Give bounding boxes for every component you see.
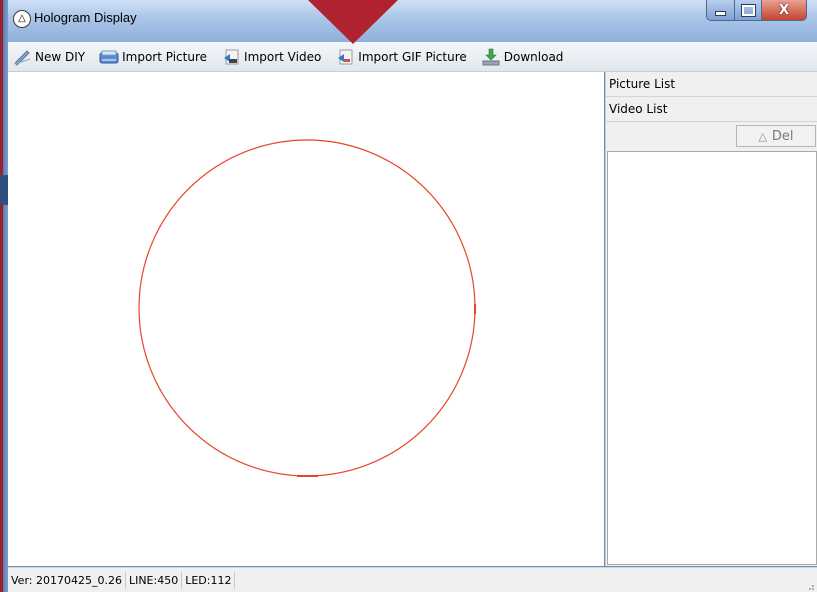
- close-button[interactable]: X: [762, 0, 807, 21]
- toolbar: New DIY Import Picture Import Video Impo…: [8, 42, 817, 72]
- side-panel: Picture List Video List △ Del: [605, 72, 817, 566]
- picture-list-header[interactable]: Picture List: [606, 72, 817, 97]
- maximize-icon: [740, 3, 756, 17]
- minimize-icon: [715, 10, 726, 16]
- drawing-canvas[interactable]: [8, 72, 604, 566]
- gif-import-icon: [338, 49, 353, 64]
- delete-button[interactable]: △ Del: [736, 125, 816, 147]
- import-picture-label: Import Picture: [122, 49, 208, 64]
- minimize-button[interactable]: [706, 0, 735, 21]
- title-bar[interactable]: △ Hologram Display X: [8, 0, 817, 42]
- download-label: Download: [503, 49, 564, 64]
- resize-grip-icon[interactable]: [805, 581, 815, 591]
- desktop-edge-notch: [0, 175, 8, 205]
- scanner-icon: [99, 50, 119, 63]
- app-window: △ Hologram Display X New DIY Import Pict…: [8, 0, 817, 592]
- video-list-box[interactable]: [607, 151, 817, 565]
- maximize-button[interactable]: [735, 0, 762, 21]
- trash-icon: △: [758, 129, 767, 143]
- canvas-drawing: [138, 139, 476, 477]
- import-video-button[interactable]: Import Video: [217, 45, 325, 69]
- desktop-edge: [0, 0, 8, 592]
- import-picture-button[interactable]: Import Picture: [95, 45, 211, 69]
- video-import-icon: [224, 49, 239, 64]
- download-icon: [482, 48, 500, 65]
- delete-row: △ Del: [606, 122, 817, 150]
- download-button[interactable]: Download: [477, 45, 568, 69]
- import-gif-label: Import GIF Picture: [358, 49, 467, 64]
- new-diy-label: New DIY: [35, 49, 86, 64]
- window-title: Hologram Display: [34, 10, 137, 25]
- pen-icon: [14, 49, 31, 66]
- highlight-arrow: [308, 0, 398, 44]
- video-list-header[interactable]: Video List: [606, 97, 817, 122]
- new-diy-button[interactable]: New DIY: [8, 45, 89, 69]
- desktop-edge-accent: [0, 0, 3, 592]
- status-bar: Ver: 20170425_0.26 LINE:450 LED:112: [8, 567, 817, 592]
- hologram-circle: [138, 139, 476, 477]
- picture-list-label: Picture List: [609, 77, 676, 91]
- line-status: LINE:450: [126, 572, 183, 589]
- version-status: Ver: 20170425_0.26: [8, 572, 126, 589]
- close-icon: X: [778, 2, 790, 18]
- delete-label: Del: [771, 128, 794, 144]
- video-list-label: Video List: [609, 102, 668, 116]
- import-video-label: Import Video: [244, 49, 322, 64]
- led-status: LED:112: [182, 572, 236, 589]
- window-controls: X: [706, 0, 807, 21]
- import-gif-button[interactable]: Import GIF Picture: [331, 45, 470, 69]
- app-icon: △: [13, 10, 31, 28]
